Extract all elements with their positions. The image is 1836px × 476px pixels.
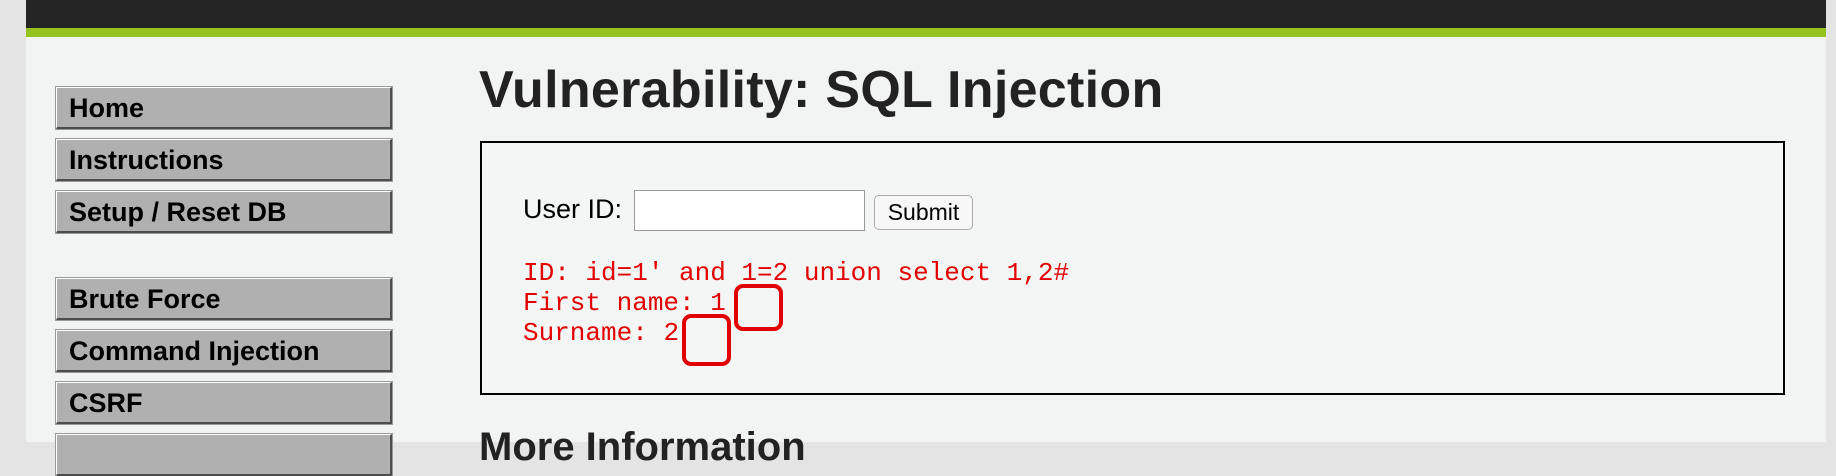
vulnerable-code-area: User ID: Submit ID: id=1' and 1=2 union … <box>480 141 1785 395</box>
userid-input[interactable] <box>634 190 865 231</box>
page-title: Vulnerability: SQL Injection <box>479 61 1164 119</box>
sidebar-item-label: Home <box>69 93 145 123</box>
sidebar-item-command-injection[interactable]: Command Injection <box>55 329 393 373</box>
sidebar-item-brute-force[interactable]: Brute Force <box>55 277 393 321</box>
query-result: ID: id=1' and 1=2 union select 1,2# Firs… <box>523 258 1069 348</box>
more-info-heading: More Information <box>479 425 806 469</box>
result-id-line: ID: id=1' and 1=2 union select 1,2# <box>523 258 1070 288</box>
first-name-highlight-box <box>734 284 783 331</box>
header-accent-stripe <box>26 28 1826 37</box>
surname-value: 2 <box>663 318 680 348</box>
sidebar-item-label: Command Injection <box>69 336 320 366</box>
first-name-label: First name: <box>523 288 695 318</box>
sidebar-item-instructions[interactable]: Instructions <box>55 138 393 182</box>
userid-label: User ID: <box>523 194 623 224</box>
dvwa-logo <box>892 0 1012 2</box>
sidebar-item-label: Instructions <box>69 145 224 175</box>
sidebar-item-label: Brute Force <box>69 284 221 314</box>
sidebar-item-label: CSRF <box>69 388 143 418</box>
submit-button[interactable]: Submit <box>874 195 973 230</box>
sidebar-item-label: Setup / Reset DB <box>69 197 287 227</box>
sidebar-item-next[interactable] <box>55 433 393 476</box>
sidebar-item-home[interactable]: Home <box>55 86 393 130</box>
surname-highlight-box <box>682 314 731 366</box>
sidebar-item-setup-reset-db[interactable]: Setup / Reset DB <box>55 190 393 234</box>
header-bar <box>26 0 1826 28</box>
sidebar-item-csrf[interactable]: CSRF <box>55 381 393 425</box>
page-container: Home Instructions Setup / Reset DB Brute… <box>26 0 1826 476</box>
surname-label: Surname: <box>523 318 648 348</box>
